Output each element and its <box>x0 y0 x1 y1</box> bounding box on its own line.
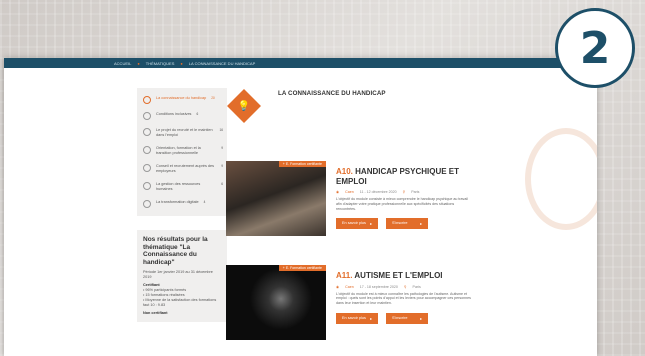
card-tag: + E. Formation certifiante <box>278 161 326 167</box>
card-info: A11. AUTISME ET L'EMPLOI ◉ Caen 17 - 18 … <box>336 265 471 340</box>
screen-icon <box>143 200 151 208</box>
results-bullet: • Moyenne de la satisfaction des formati… <box>143 298 217 307</box>
handshake-icon <box>143 164 151 172</box>
results-period: Période 1er janvier 2019 au 31 décembre … <box>143 270 213 279</box>
training-card: + E. Formation certifiante A11. AUTISME … <box>226 265 471 340</box>
arrow-right-icon: ▸ <box>370 222 372 227</box>
card-meta: ◉ Caen 11 - 12 décembre 2020 ⚲ Paris <box>336 190 471 194</box>
lightbulb-icon <box>143 96 151 104</box>
sidebar-item-count: 16 <box>219 128 223 132</box>
sidebar-item-conditions[interactable]: Conditions inclusives 6 <box>137 108 227 124</box>
sidebar-item-label: Conseil et recrutement auprès des employ… <box>156 164 215 173</box>
card-image[interactable]: + E. Formation certifiante <box>226 161 326 236</box>
compass-icon <box>143 146 151 154</box>
breadcrumb-separator-icon: ● <box>180 60 183 66</box>
heart-icon <box>143 128 151 136</box>
people-icon <box>143 182 151 190</box>
card-actions: En savoir plus ▸ S'inscrire ▸ <box>336 218 471 230</box>
calendar-icon: ◉ <box>336 284 340 289</box>
sidebar-item-conseil[interactable]: Conseil et recrutement auprès des employ… <box>137 160 227 178</box>
theme-diamond: 💡 <box>227 89 261 123</box>
register-button[interactable]: S'inscrire ▸ <box>386 218 428 230</box>
card-tag: + E. Formation certifiante <box>278 265 326 271</box>
lightbulb-icon: 💡 <box>237 100 251 112</box>
sidebar-item-count: 20 <box>211 96 215 100</box>
step-number: 2 <box>579 22 611 74</box>
sidebar-item-rh[interactable]: La gestion des ressources humaines 6 <box>137 178 227 196</box>
sidebar-item-count: 9 <box>221 164 223 168</box>
card-actions: En savoir plus ▸ S'inscrire ▸ <box>336 312 471 324</box>
results-section-non-certifiant: Non certifiant <box>143 311 168 315</box>
sidebar-item-label: Orientation, formation et la transition … <box>156 146 201 155</box>
step-number-badge: 2 <box>555 8 635 88</box>
more-info-button[interactable]: En savoir plus ▸ <box>336 312 378 324</box>
breadcrumb-themes[interactable]: THÉMATIQUES <box>146 61 175 66</box>
breadcrumb-separator-icon: ● <box>137 60 140 66</box>
sidebar-item-count: 4 <box>203 200 206 204</box>
card-meta: ◉ Caen 17 - 18 septembre 2020 ⚲ Paris <box>336 285 471 289</box>
arrow-right-icon: ▸ <box>370 316 372 321</box>
theme-menu: La connaissance du handicap 20 Conditions… <box>137 88 227 216</box>
card-dates: 11 - 12 décembre 2020 <box>359 190 397 194</box>
card-title[interactable]: A11. AUTISME ET L'EMPLOI <box>336 271 471 281</box>
location-icon: ⚲ <box>403 284 407 289</box>
sidebar: La connaissance du handicap 20 Conditions… <box>137 88 227 322</box>
sidebar-item-connaissance[interactable]: La connaissance du handicap 20 <box>137 92 227 108</box>
sidebar-item-label: Le projet du recruté et le maintien dans… <box>156 128 213 137</box>
sidebar-item-label: La connaissance du handicap <box>156 96 207 100</box>
sidebar-item-count: 6 <box>196 112 199 116</box>
breadcrumb-current: LA CONNAISSANCE DU HANDICAP <box>188 60 256 66</box>
card-city: Paris <box>411 190 420 194</box>
card-title[interactable]: A10. HANDICAP PSYCHIQUE ET EMPLOI <box>336 167 471 186</box>
sidebar-item-label: La gestion des ressources humaines <box>156 182 201 191</box>
breadcrumb-home[interactable]: ACCUEIL <box>114 61 131 66</box>
card-city: Paris <box>412 284 421 289</box>
card-description: L'objectif du module est à mieux connaît… <box>336 291 471 306</box>
location-icon: ⚲ <box>402 190 406 194</box>
more-info-button[interactable]: En savoir plus ▸ <box>336 218 378 230</box>
arrow-right-icon: ▸ <box>420 316 422 321</box>
sidebar-item-label: La transformation digitale <box>156 200 199 204</box>
watermark-shape <box>525 128 597 230</box>
card-image[interactable]: + E. Formation certifiante <box>226 265 326 340</box>
sidebar-item-projet[interactable]: Le projet du recruté et le maintien dans… <box>137 124 227 142</box>
page-header: 💡 LA CONNAISSANCE DU HANDICAP <box>226 88 476 123</box>
sidebar-item-count: 9 <box>221 146 223 150</box>
card-description: L'objectif du module consiste à mieux co… <box>336 197 468 211</box>
arrow-right-icon: ▸ <box>420 222 422 227</box>
website-screenshot: ACCUEIL ● THÉMATIQUES ● LA CONNAISSANCE … <box>4 58 597 356</box>
main-content: 💡 LA CONNAISSANCE DU HANDICAP + E. Forma… <box>226 88 476 340</box>
sidebar-item-digital[interactable]: La transformation digitale 4 <box>137 196 227 212</box>
training-card: + E. Formation certifiante A10. HANDICAP… <box>226 161 471 236</box>
card-place: Caen <box>345 284 354 289</box>
card-dates: 17 - 18 septembre 2020 <box>359 284 398 289</box>
chair-icon <box>143 112 151 120</box>
card-place: Caen <box>345 190 354 194</box>
register-button[interactable]: S'inscrire ▸ <box>386 312 428 324</box>
sidebar-item-label: Conditions inclusives <box>156 112 192 116</box>
results-panel: Nos résultats pour la thématique "La Con… <box>137 230 227 322</box>
card-info: A10. HANDICAP PSYCHIQUE ET EMPLOI ◉ Caen… <box>336 161 471 236</box>
sidebar-item-count: 6 <box>221 182 223 186</box>
results-title: Nos résultats pour la thématique "La Con… <box>143 236 208 266</box>
calendar-icon: ◉ <box>336 190 340 194</box>
sidebar-item-orientation[interactable]: Orientation, formation et la transition … <box>137 142 227 160</box>
page-title: LA CONNAISSANCE DU HANDICAP <box>278 90 386 97</box>
breadcrumb: ACCUEIL ● THÉMATIQUES ● LA CONNAISSANCE … <box>4 58 597 68</box>
